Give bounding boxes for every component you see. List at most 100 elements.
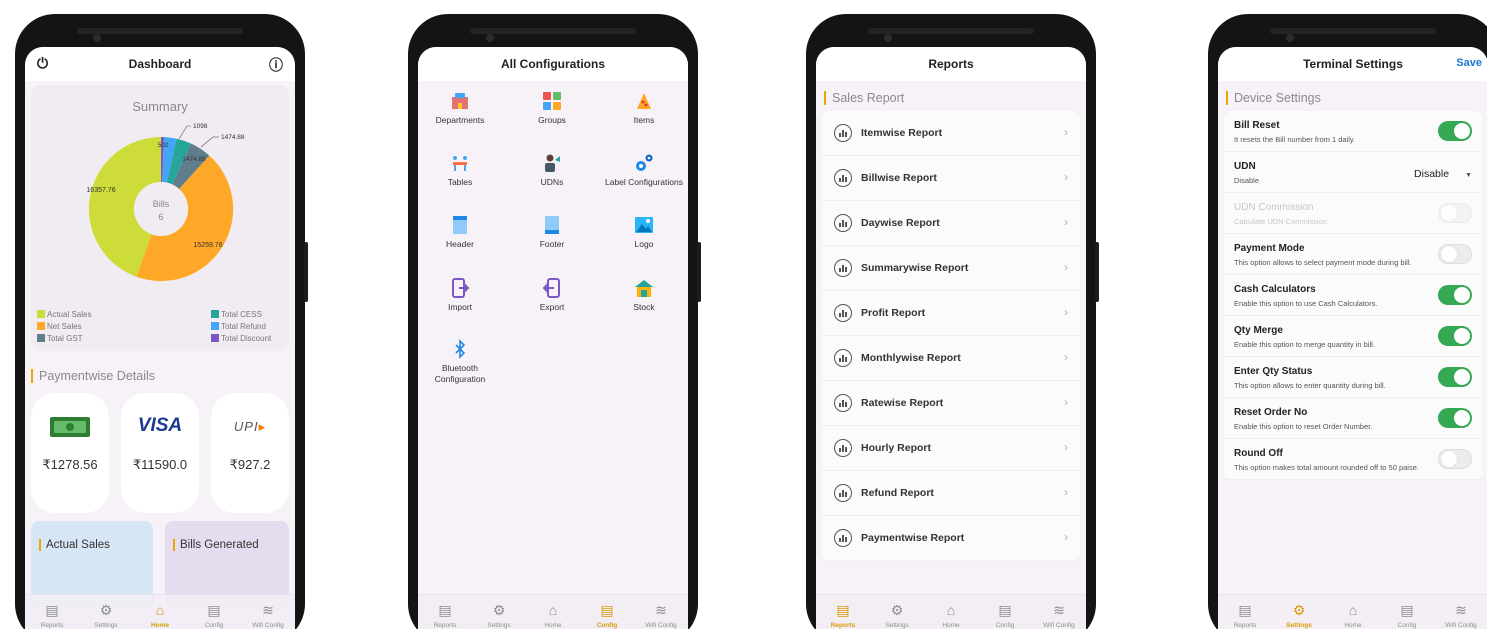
bill-reset-toggle[interactable] <box>1438 121 1472 141</box>
caret-down-icon: ▼ <box>1465 172 1472 179</box>
nav-wifi-config[interactable]: ≋ Wifi Config <box>1435 601 1487 629</box>
payment-mode-toggle[interactable] <box>1438 244 1472 264</box>
nav-wifi-config[interactable]: ≋ Wifi Config <box>1033 601 1085 629</box>
legend-item: Total GST <box>37 333 91 345</box>
payment-amount-upi: ₹927.2 <box>229 457 271 472</box>
label-config-icon <box>636 154 653 171</box>
page-title: Terminal Settings <box>1303 57 1403 71</box>
legend-item: Net Sales <box>37 321 91 333</box>
report-summarywise[interactable]: Summarywise Report › <box>822 246 1080 291</box>
bar-chart-icon <box>834 394 852 412</box>
nav-wifi-config[interactable]: ≋ Wifi Config <box>635 601 687 629</box>
nav-reports[interactable]: ▤ Reports <box>1219 601 1271 629</box>
report-paymentwise[interactable]: Paymentwise Report › <box>822 516 1080 561</box>
report-itemwise[interactable]: Itemwise Report › <box>822 111 1080 156</box>
nav-reports[interactable]: ▤ Reports <box>419 601 471 629</box>
nav-config[interactable]: ▤ Config <box>1381 601 1433 629</box>
config-icon: ▤ <box>1400 602 1414 618</box>
home-icon: ⌂ <box>155 602 165 618</box>
config-stock[interactable]: Stock <box>604 278 684 313</box>
legend-right: Total CESS Total Refund Total Discount <box>211 309 271 345</box>
config-label-configurations[interactable]: Label Configurations <box>604 153 684 188</box>
actual-sales-card-label: Actual Sales <box>39 539 110 551</box>
chevron-right-icon: › <box>1064 215 1068 229</box>
config-groups[interactable]: Groups <box>512 91 592 126</box>
report-refund[interactable]: Refund Report › <box>822 471 1080 516</box>
bar-chart-icon <box>834 529 852 547</box>
power-icon[interactable]: ⏻ <box>37 55 48 72</box>
reports-icon: ▤ <box>836 602 850 618</box>
camera <box>1286 34 1294 42</box>
udn-dropdown[interactable]: Disable ▼ <box>1414 168 1472 180</box>
config-footer[interactable]: Footer <box>512 215 592 250</box>
nav-wifi-config[interactable]: ≋ Wifi Config <box>242 601 294 629</box>
chevron-right-icon: › <box>1064 350 1068 364</box>
nav-home[interactable]: ⌂ Home <box>925 601 977 629</box>
nav-config[interactable]: ▤ Config <box>581 601 633 629</box>
payment-card-visa[interactable]: VISA ₹11590.0 <box>121 393 199 513</box>
report-billwise[interactable]: Billwise Report › <box>822 156 1080 201</box>
reset-order-no-toggle[interactable] <box>1438 408 1472 428</box>
donut-center-value: 6 <box>158 212 163 222</box>
reports-screen: Reports Sales Report Itemwise Report › Bi… <box>816 47 1086 629</box>
config-export[interactable]: Export <box>512 278 592 313</box>
nav-home[interactable]: ⌂ Home <box>1327 601 1379 629</box>
round-off-toggle[interactable] <box>1438 449 1472 469</box>
config-items[interactable]: Items <box>604 91 684 126</box>
report-profit[interactable]: Profit Report › <box>822 291 1080 336</box>
settings-icon: ⚙ <box>99 602 113 618</box>
nav-config[interactable]: ▤ Config <box>188 601 240 629</box>
nav-config[interactable]: ▤ Config <box>979 601 1031 629</box>
settings-icon: ⚙ <box>890 602 904 618</box>
chevron-right-icon: › <box>1064 485 1068 499</box>
report-monthlywise[interactable]: Monthlywise Report › <box>822 336 1080 381</box>
legend-item: Total CESS <box>211 309 271 321</box>
config-logo[interactable]: Logo <box>604 215 684 250</box>
setting-udn-commission: UDN Commission Calculate UDN Commission <box>1224 193 1482 234</box>
device-settings-section-title: Device Settings <box>1226 91 1321 105</box>
enter-qty-status-toggle[interactable] <box>1438 367 1472 387</box>
setting-enter-qty-status: Enter Qty Status This option allows to e… <box>1224 357 1482 398</box>
terminal-settings-screen: Terminal Settings Save Device Settings B… <box>1218 47 1487 629</box>
nav-settings[interactable]: ⚙ Settings <box>473 601 525 629</box>
top-bar: ⏻ Dashboard ⓘ <box>25 47 295 81</box>
report-hourly[interactable]: Hourly Report › <box>822 426 1080 471</box>
top-bar: Terminal Settings Save <box>1218 47 1487 81</box>
nav-home[interactable]: ⌂ Home <box>527 601 579 629</box>
nav-settings[interactable]: ⚙ Settings <box>871 601 923 629</box>
udn-commission-toggle <box>1438 203 1472 223</box>
config-bluetooth[interactable]: Bluetooth Configuration <box>420 339 500 385</box>
reports-icon: ▤ <box>1238 602 1252 618</box>
home-icon: ⌂ <box>946 602 956 618</box>
qty-merge-toggle[interactable] <box>1438 326 1472 346</box>
config-departments[interactable]: Departments <box>420 91 500 126</box>
config-import[interactable]: Import <box>420 278 500 313</box>
bar-chart-icon <box>834 124 852 142</box>
config-icon: ▤ <box>207 602 221 618</box>
config-icon: ▤ <box>600 602 614 618</box>
bills-generated-card-label: Bills Generated <box>173 539 259 551</box>
nav-settings[interactable]: ⚙ Settings <box>80 601 132 629</box>
bar-chart-icon <box>834 349 852 367</box>
top-bar: All Configurations <box>418 47 688 81</box>
info-icon[interactable]: ⓘ <box>269 55 283 75</box>
payment-card-cash[interactable]: ₹1278.56 <box>31 393 109 513</box>
cash-calculators-toggle[interactable] <box>1438 285 1472 305</box>
report-ratewise[interactable]: Ratewise Report › <box>822 381 1080 426</box>
label-cess: 502 <box>158 142 169 149</box>
save-button[interactable]: Save <box>1456 57 1482 69</box>
nav-reports[interactable]: ▤ Reports <box>26 601 78 629</box>
nav-home[interactable]: ⌂ Home <box>134 601 186 629</box>
phone-reports: Reports Sales Report Itemwise Report › Bi… <box>806 14 1099 629</box>
home-icon: ⌂ <box>548 602 558 618</box>
report-daywise[interactable]: Daywise Report › <box>822 201 1080 246</box>
config-udns[interactable]: UDNs <box>512 153 592 188</box>
nav-reports[interactable]: ▤ Reports <box>817 601 869 629</box>
page-title: Dashboard <box>128 57 192 71</box>
footer-icon <box>545 216 559 234</box>
payment-card-upi[interactable]: UPI▸ ₹927.2 <box>211 393 289 513</box>
config-tables[interactable]: Tables <box>420 153 500 188</box>
bar-chart-icon <box>834 484 852 502</box>
config-header[interactable]: Header <box>420 215 500 250</box>
nav-settings[interactable]: ⚙ Settings <box>1273 601 1325 629</box>
